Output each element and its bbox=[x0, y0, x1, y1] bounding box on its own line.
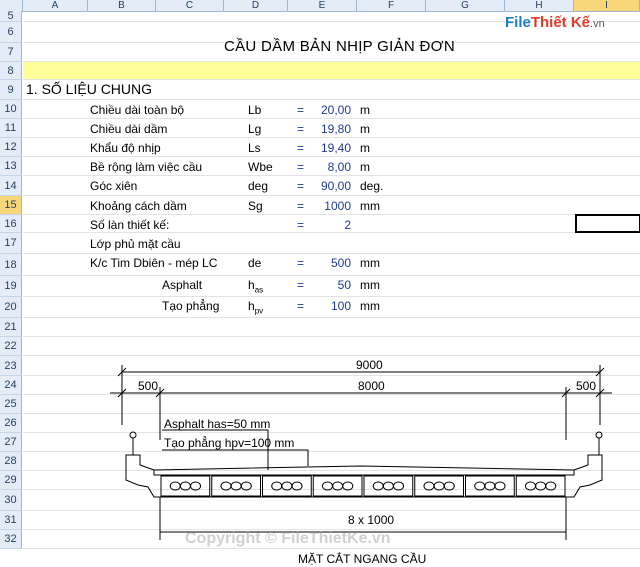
dim-total-label: 9000 bbox=[356, 358, 383, 372]
leader-leveling bbox=[162, 449, 309, 466]
dim-beams-label: 8 x 1000 bbox=[348, 513, 394, 527]
box-beam bbox=[160, 475, 211, 497]
beam-void bbox=[332, 481, 344, 491]
beam-void bbox=[179, 481, 191, 491]
beam-void bbox=[321, 481, 333, 491]
beam-void bbox=[190, 481, 202, 491]
box-beam bbox=[211, 475, 261, 497]
note-leveling: Tạo phẳng hpv=100 mm bbox=[164, 435, 294, 450]
beam-void bbox=[372, 481, 384, 491]
beam-void bbox=[423, 481, 435, 491]
beam-void bbox=[220, 481, 232, 491]
dim-right-label: 500 bbox=[576, 379, 596, 393]
beam-void bbox=[291, 481, 303, 491]
watermark: Copyright © FileThietKe.vn bbox=[185, 530, 391, 547]
beam-void bbox=[240, 481, 252, 491]
drawing-caption: MẶT CẮT NGANG CẦU bbox=[298, 551, 426, 566]
beam-void bbox=[484, 481, 496, 491]
wearing-surface bbox=[153, 465, 575, 471]
beam-void bbox=[535, 481, 547, 491]
beam-void bbox=[524, 481, 536, 491]
note-asphalt: Asphalt has=50 mm bbox=[164, 417, 270, 431]
beam-void bbox=[393, 481, 405, 491]
box-beam bbox=[312, 475, 363, 497]
beam-void bbox=[433, 481, 445, 491]
box-beam bbox=[262, 475, 312, 497]
beam-void bbox=[545, 481, 557, 491]
box-beam bbox=[363, 475, 414, 497]
beam-void bbox=[169, 481, 181, 491]
beam-void bbox=[342, 481, 354, 491]
cross-section-drawing: 9000 8000 500 500 Asphalt has=50 mm Tạo … bbox=[110, 358, 612, 566]
box-beam bbox=[515, 475, 566, 497]
dim-left-label: 500 bbox=[138, 379, 158, 393]
beam-void bbox=[230, 481, 242, 491]
dim-inner-label: 8000 bbox=[358, 379, 385, 393]
railing-head-left bbox=[129, 431, 137, 439]
beam-void bbox=[474, 481, 486, 491]
box-beam bbox=[414, 475, 464, 497]
beam-void bbox=[281, 481, 293, 491]
beam-void bbox=[494, 481, 506, 491]
beam-void bbox=[443, 481, 455, 491]
beam-void bbox=[271, 481, 283, 491]
beam-void bbox=[382, 481, 394, 491]
railing-head-right bbox=[595, 431, 603, 439]
box-beam bbox=[465, 475, 515, 497]
